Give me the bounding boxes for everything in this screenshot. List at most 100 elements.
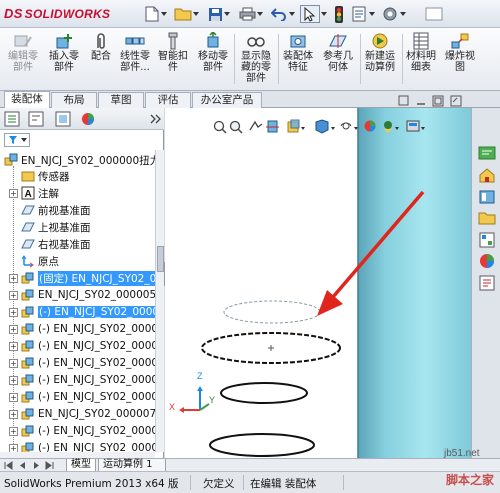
rebuild-traffic-light-icon[interactable] [333,5,345,23]
new-document-icon[interactable] [144,5,160,23]
smart-fasteners-button[interactable]: 智能扣 件 [156,32,190,73]
tab-layout[interactable]: 布局 [51,92,97,108]
selected-edge-ellipse [223,300,321,324]
tree-item-label: (-) EN_NJCJ_SY02_0000 [38,442,156,452]
tree-item[interactable]: 前视基准面 [21,202,91,218]
file-properties-icon[interactable] [350,5,368,23]
tree-expand-toggle-icon[interactable]: + [9,324,18,334]
search-dropdown-icon[interactable] [424,5,444,23]
tree-expand-toggle-icon[interactable]: + [9,273,18,283]
tree-expand-toggle-icon[interactable]: + [9,426,18,436]
status-definition: 欠定义 [203,478,235,490]
home-icon[interactable] [478,166,496,184]
tree-vertical-scrollbar[interactable] [155,150,164,452]
tile-viewport-icon [432,95,444,107]
edit-component-button[interactable]: 编辑零 部件 [6,32,40,73]
component-icon [21,306,34,318]
exploded-view-icon [451,33,469,49]
appearances-scenes-icon[interactable] [478,252,496,270]
undo-dropdown-chevron-icon[interactable] [289,5,295,23]
tree-item[interactable]: + (-) EN_NJCJ_SY02_0000 [9,440,156,452]
save-icon[interactable] [207,5,223,23]
new-motion-study-button[interactable]: 新建运 动算例 [362,32,398,73]
tree-expand-toggle-icon[interactable]: + [9,307,18,317]
tab-office-products[interactable]: 办公室产品 [192,92,262,108]
undo-icon[interactable] [270,5,288,23]
apply-scene-icon [384,121,392,133]
tree-item[interactable]: 原点 [21,253,59,269]
tab-evaluate[interactable]: 评估 [145,92,191,108]
tree-root-assembly[interactable]: EN_NJCJ_SY02_000000扭力 [4,152,156,168]
properties-dropdown-chevron-icon[interactable] [369,5,375,23]
select-dropdown-chevron-icon[interactable] [321,5,327,23]
custom-properties-icon[interactable] [478,274,496,292]
insert-component-button[interactable]: 插入零 部件 [45,32,83,73]
scrollbar-thumb[interactable] [157,246,164,272]
component-icon [21,272,34,284]
tree-item-label: (-) EN_NJCJ_SY02_0000 [38,306,156,318]
tree-item[interactable]: + (-) EN_NJCJ_SY02_0000 [9,321,156,337]
tree-expand-toggle-icon[interactable]: + [9,341,18,351]
show-hidden-components-button[interactable]: 显示隐 藏的零 部件 [236,32,276,84]
tree-expand-toggle-icon[interactable]: + [9,358,18,368]
tree-expand-toggle-icon[interactable]: + [9,188,18,198]
tree-item[interactable]: + (-) EN_NJCJ_SY02_0000 [9,372,156,388]
options-gear-icon[interactable] [381,5,399,23]
tree-item[interactable]: + (-) EN_NJCJ_SY02_0000 [9,389,156,405]
open-dropdown-chevron-icon[interactable] [193,5,199,23]
tree-item[interactable]: + EN_NJCJ_SY02_000007 [9,406,156,422]
last-tab-arrow-icon [45,461,54,470]
tree-item[interactable]: + (-) EN_NJCJ_SY02_0000 [9,304,156,320]
bill-of-materials-button[interactable]: 材料明 细表 [404,32,438,73]
tree-expand-toggle-icon[interactable]: + [9,409,18,419]
exploded-view-button[interactable]: 爆炸视 图 [442,32,478,73]
tree-item[interactable]: + (固定) EN_NJCJ_SY02_0 [9,270,156,286]
tree-item-label: (-) EN_NJCJ_SY02_0000 [38,323,156,335]
design-library-icon[interactable] [478,188,496,206]
tree-item[interactable]: + (-) EN_NJCJ_SY02_0000 [9,355,156,371]
configuration-manager-tab-icon[interactable] [55,111,71,127]
tab-navigation-arrows[interactable] [4,461,60,470]
print-dropdown-chevron-icon[interactable] [257,5,263,23]
view-palette-icon[interactable] [478,231,496,249]
feature-manager-tab-icon[interactable] [4,111,20,127]
options-dropdown-chevron-icon[interactable] [400,5,406,23]
property-manager-tab-icon[interactable] [28,111,44,127]
open-folder-icon[interactable] [174,5,192,23]
solidworks-resources-icon[interactable] [478,144,496,162]
reference-geometry-button[interactable]: 参考几 何体 [320,32,356,73]
tree-filter-field[interactable] [4,133,30,147]
mate-button[interactable]: 配合 [88,32,114,62]
new-dropdown-chevron-icon[interactable] [161,5,167,23]
tree-item[interactable]: 右视基准面 [21,236,91,252]
linear-pattern-button[interactable]: 线性零 部件... [117,32,153,73]
tree-item[interactable]: + (-) EN_NJCJ_SY02_0000 [9,338,156,354]
linear-pattern-icon [125,37,145,45]
tree-expand-toggle-icon[interactable]: + [9,392,18,402]
tree-item[interactable]: + A 注解 [9,185,59,201]
tree-item[interactable]: 上视基准面 [21,219,91,235]
tree-expand-toggle-icon[interactable]: + [9,443,18,452]
next-tab-arrow-icon [34,462,39,469]
solidworks-logo[interactable]: DS SOLIDWORKS [4,6,110,21]
file-explorer-icon[interactable] [478,209,496,227]
select-pointer-icon[interactable] [300,5,320,23]
tree-item-label: (固定) EN_NJCJ_SY02_0 [38,270,156,286]
tab-sketch[interactable]: 草图 [98,92,144,108]
expand-panel-chevron-icon[interactable] [148,111,164,127]
status-divider [243,475,244,490]
tree-expand-toggle-icon[interactable]: + [9,290,18,300]
tab-assembly[interactable]: 装配体 [4,91,50,108]
display-manager-tab-icon[interactable] [80,111,96,127]
graphics-viewport[interactable]: Z X Y [165,108,471,458]
tree-item[interactable]: + (-) EN_NJCJ_SY02_0000 [9,423,156,439]
hide-show-chevron-icon [354,127,358,130]
save-dropdown-chevron-icon[interactable] [224,5,230,23]
tree-item[interactable]: + EN_NJCJ_SY02_000005 [9,287,156,303]
assembly-features-button[interactable]: 装配体 特征 [280,32,316,73]
tree-expand-toggle-icon[interactable]: + [9,375,18,385]
tree-item[interactable]: 传感器 [21,168,70,184]
move-component-button[interactable]: 移动零 部件 [194,32,232,73]
status-divider [343,475,344,490]
print-icon[interactable] [238,5,256,23]
